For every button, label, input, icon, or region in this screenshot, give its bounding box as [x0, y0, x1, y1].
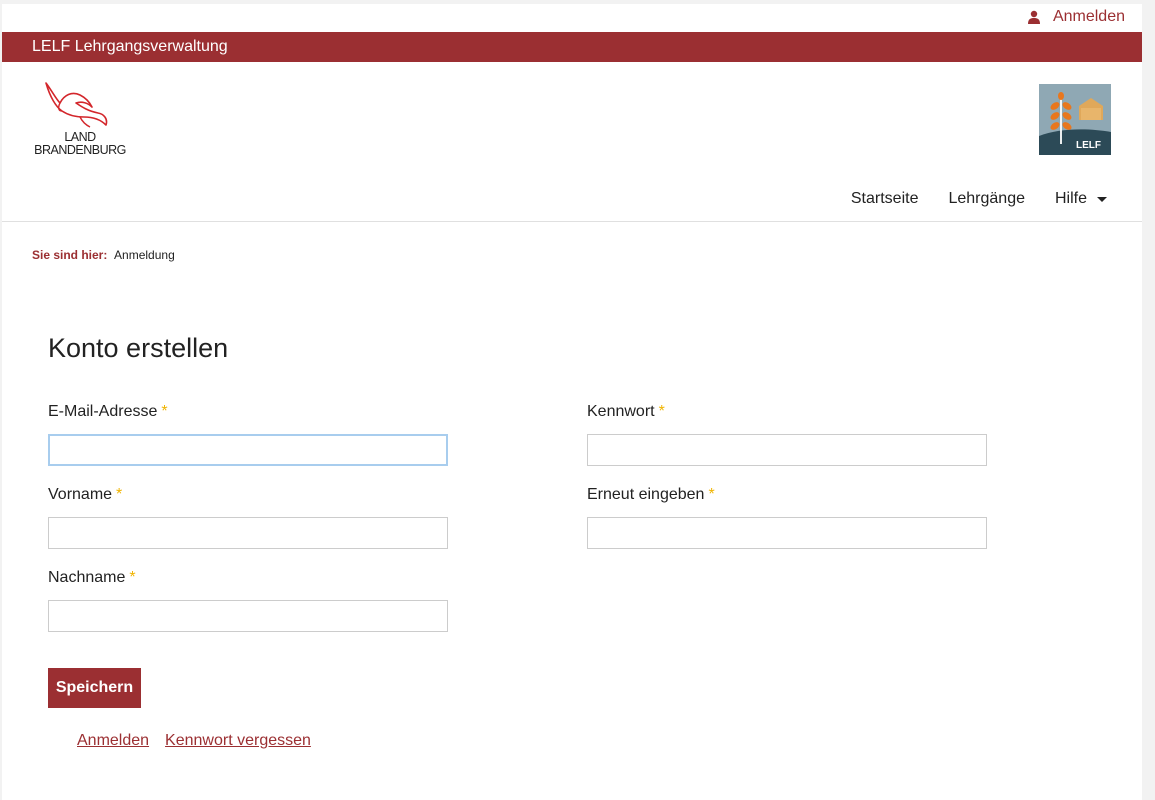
- lastname-field-group: Nachname *: [48, 569, 450, 632]
- breadcrumb-current: Anmeldung: [114, 248, 175, 262]
- lastname-label: Nachname: [48, 569, 126, 586]
- utility-bar: Anmelden: [1027, 8, 1125, 26]
- required-marker: *: [708, 486, 715, 503]
- required-marker: *: [658, 403, 665, 420]
- firstname-field-group: Vorname *: [48, 486, 450, 549]
- required-marker: *: [161, 403, 168, 420]
- brandenburg-logo[interactable]: LAND BRANDENBURG: [30, 81, 130, 161]
- login-link[interactable]: Anmelden: [77, 732, 149, 750]
- site-banner: LELF Lehrgangsverwaltung: [2, 32, 1142, 62]
- banner-title: LELF Lehrgangsverwaltung: [32, 38, 228, 55]
- password-repeat-field-group: Erneut eingeben *: [587, 486, 989, 549]
- breadcrumb-label: Sie sind hier:: [32, 248, 108, 262]
- password-field-group: Kennwort *: [587, 403, 989, 466]
- main-nav: Startseite Lehrgänge Hilfe: [851, 190, 1107, 208]
- nav-item-lehrgaenge[interactable]: Lehrgänge: [948, 190, 1025, 208]
- header-divider: [2, 221, 1142, 222]
- nav-item-hilfe-label: Hilfe: [1054, 190, 1087, 207]
- header-login-link[interactable]: Anmelden: [1053, 8, 1125, 26]
- email-input[interactable]: [48, 434, 448, 466]
- eagle-icon: [45, 82, 108, 128]
- breadcrumb: Sie sind hier: Anmeldung: [32, 248, 175, 262]
- required-marker: *: [116, 486, 123, 503]
- email-label: E-Mail-Adresse: [48, 403, 158, 420]
- password-input[interactable]: [587, 434, 987, 466]
- forgot-password-link[interactable]: Kennwort vergessen: [165, 732, 311, 750]
- lelf-logo[interactable]: LELF: [1039, 84, 1111, 155]
- password-repeat-input[interactable]: [587, 517, 987, 549]
- footer-links: Anmelden Kennwort vergessen: [77, 732, 311, 750]
- password-label: Kennwort: [587, 403, 655, 420]
- lelf-logo-text: LELF: [1076, 140, 1101, 151]
- lastname-input[interactable]: [48, 600, 448, 632]
- email-field-group: E-Mail-Adresse *: [48, 403, 450, 466]
- firstname-label: Vorname: [48, 486, 113, 503]
- password-repeat-label: Erneut eingeben: [587, 486, 705, 503]
- required-marker: *: [129, 569, 136, 586]
- caret-down-icon: [1097, 196, 1107, 202]
- nav-item-startseite[interactable]: Startseite: [851, 190, 919, 208]
- page: Anmelden LELF Lehrgangsverwaltung LAND B…: [2, 4, 1142, 800]
- nav-item-hilfe[interactable]: Hilfe: [1055, 190, 1107, 208]
- firstname-input[interactable]: [48, 517, 448, 549]
- logo-text-brandenburg: BRANDENBURG: [34, 143, 126, 157]
- user-icon: [1027, 10, 1040, 24]
- page-title: Konto erstellen: [48, 333, 229, 363]
- save-button[interactable]: Speichern: [48, 668, 141, 708]
